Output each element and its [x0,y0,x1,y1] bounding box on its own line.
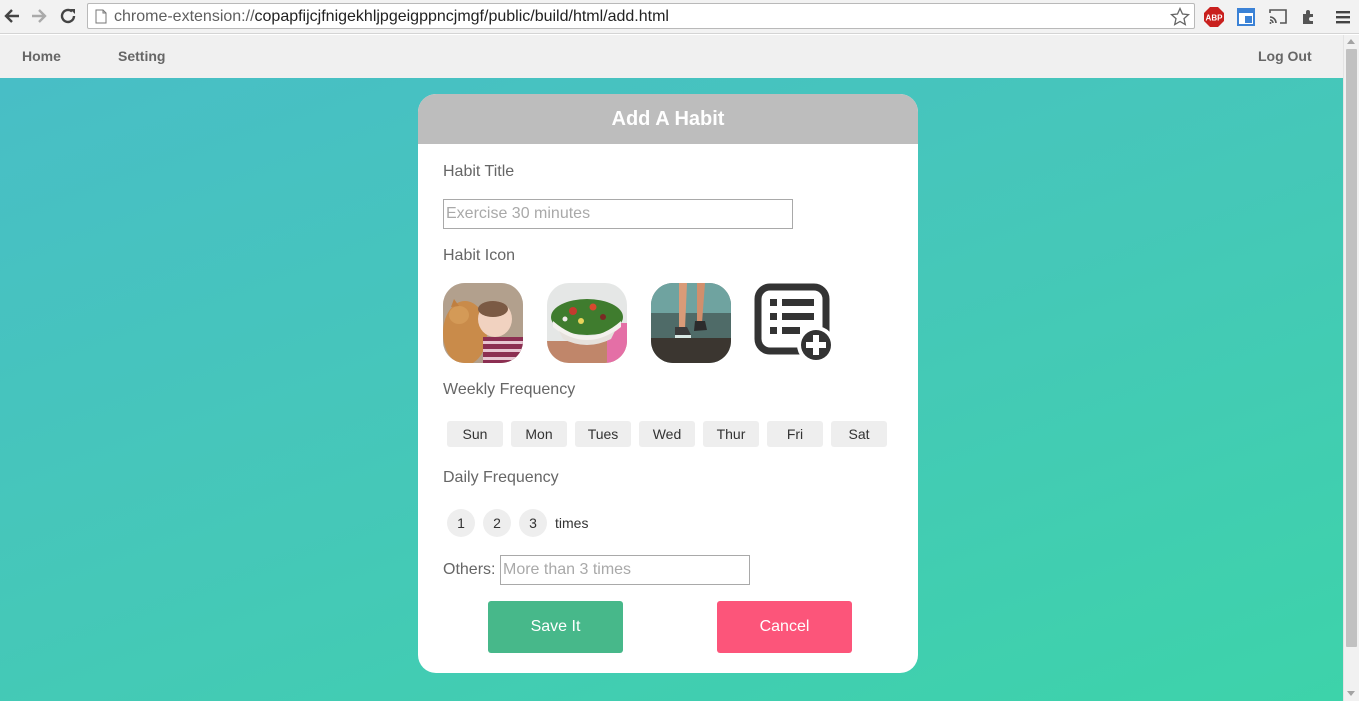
others-label: Others: [443,561,496,578]
scroll-up-icon[interactable] [1347,39,1355,44]
card-header: Add A Habit [418,94,918,144]
day-button-sat[interactable]: Sat [831,421,887,447]
habit-title-input[interactable] [443,199,793,229]
scrollbar[interactable] [1343,35,1359,701]
day-button-mon[interactable]: Mon [511,421,567,447]
forward-arrow-icon[interactable] [29,6,49,26]
puzzle-extension-icon[interactable] [1298,6,1320,28]
habit-icon-label: Habit Icon [443,247,516,264]
nav-logout-link[interactable]: Log Out [1258,48,1312,64]
daily-option-3[interactable]: 3 [519,509,547,537]
url-text: chrome-extension://copapfijcjfnigekhljpg… [114,8,669,25]
day-button-tues[interactable]: Tues [575,421,631,447]
card-title: Add A Habit [611,107,725,130]
add-list-icon[interactable] [754,283,835,364]
times-label: times [555,515,589,531]
daily-frequency-label: Daily Frequency [443,469,559,486]
reload-icon[interactable] [58,6,78,26]
day-button-sun[interactable]: Sun [447,421,503,447]
menu-icon[interactable] [1332,6,1354,28]
day-button-thur[interactable]: Thur [703,421,759,447]
add-habit-card: Add A Habit Habit Title Habit Icon [418,94,918,673]
habit-title-label: Habit Title [443,163,515,180]
bookmark-star-icon[interactable] [1169,6,1191,32]
weekly-frequency-label: Weekly Frequency [443,381,576,398]
browser-toolbar: chrome-extension://copapfijcjfnigekhljpg… [0,0,1359,34]
scroll-down-icon[interactable] [1347,691,1355,696]
app-navbar: Home Setting Log Out [0,35,1343,78]
nav-home-link[interactable]: Home [22,48,61,64]
cast-icon[interactable] [1267,6,1289,28]
others-input[interactable] [500,555,750,585]
daily-option-1[interactable]: 1 [447,509,475,537]
page-icon [95,9,107,29]
cancel-button[interactable]: Cancel [717,601,852,653]
salad-bowl-icon[interactable] [547,283,627,363]
tab-extension-icon[interactable] [1235,6,1257,28]
day-button-fri[interactable]: Fri [767,421,823,447]
day-button-wed[interactable]: Wed [639,421,695,447]
address-bar[interactable]: chrome-extension://copapfijcjfnigekhljpg… [87,3,1195,29]
svg-text:ABP: ABP [1206,14,1224,23]
nav-setting-link[interactable]: Setting [118,48,165,64]
save-button[interactable]: Save It [488,601,623,653]
baby-cat-icon[interactable] [443,283,523,363]
adblock-icon[interactable]: ABP [1203,6,1225,28]
running-feet-icon[interactable] [651,283,731,363]
scroll-thumb[interactable] [1346,49,1357,647]
back-arrow-icon[interactable] [2,6,22,26]
daily-option-2[interactable]: 2 [483,509,511,537]
